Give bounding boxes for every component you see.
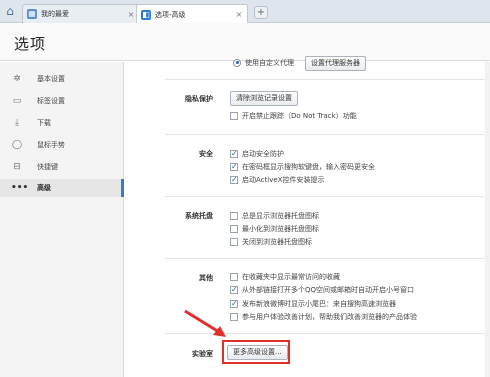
other-option-label: 参与用户体验改善计划，帮助我们改善浏览器的产品体验 (242, 312, 417, 321)
soft-keyboard-checkbox[interactable] (230, 162, 238, 172)
settings-page-icon: ◧ (141, 9, 151, 20)
page-header: 选项 (0, 23, 490, 61)
tab-label: 我的最爱 (41, 10, 69, 18)
tab-strip: ⌂ ▦ 我的最爱 × ◧ 选项-高级 × + (0, 0, 490, 24)
ux-program-checkbox[interactable] (230, 312, 238, 321)
sidebar: ✲ 基本设置 ▭ 标签设置 ⤓ 下载 ◯ 鼠标手势 ⊟ 快捷键 ••• 高级 (0, 62, 124, 377)
more-icon: ••• (11, 183, 29, 193)
tray-option-label: 总是显示浏览器托盘图标 (242, 211, 319, 220)
sidebar-item-basic[interactable]: ✲ 基本设置 (0, 70, 123, 88)
settings-panel: 使用自定义代理 设置代理服务器 隐私保护 清除浏览记录设置 开启禁止跟踪（Do … (125, 56, 490, 377)
security-option-label: 启动ActiveX控件安装提示 (242, 175, 325, 184)
security-option-label: 启动安全防护 (242, 149, 284, 158)
other-option-label: 在收藏夹中显示最常访问的收藏 (242, 272, 340, 281)
close-icon[interactable]: × (127, 10, 135, 19)
tray-always-checkbox[interactable] (230, 211, 238, 220)
do-not-track-label: 开启禁止跟踪（Do Not Track）功能 (242, 111, 357, 120)
do-not-track-option[interactable]: 开启禁止跟踪（Do Not Track）功能 (230, 110, 357, 121)
divider (165, 196, 485, 197)
close-icon[interactable]: × (235, 10, 243, 19)
home-icon[interactable]: ⌂ (3, 4, 17, 18)
alt-window-checkbox[interactable] (230, 285, 238, 295)
sidebar-item-label: 基本设置 (37, 75, 65, 83)
security-protection-checkbox[interactable] (230, 149, 238, 159)
keyboard-icon: ⊟ (13, 162, 21, 172)
sidebar-item-download[interactable]: ⤓ 下载 (0, 114, 123, 132)
tab-label: 选项-高级 (155, 10, 186, 19)
other-option-label: 发布新浪微博时显示小尾巴：来自搜狗高速浏览器 (242, 299, 396, 308)
sidebar-item-shortcuts[interactable]: ⊟ 快捷键 (0, 158, 123, 176)
divider (165, 79, 485, 80)
section-label-security: 安全 (199, 150, 213, 158)
clear-history-button[interactable]: 清除浏览记录设置 (230, 91, 298, 106)
custom-proxy-option[interactable]: 使用自定义代理 (233, 57, 294, 68)
sidebar-item-tabs[interactable]: ▭ 标签设置 (0, 92, 123, 110)
custom-proxy-label: 使用自定义代理 (245, 58, 294, 67)
security-option[interactable]: 在密码框显示搜狗软键盘，输入密码更安全 (230, 161, 375, 172)
other-option[interactable]: 参与用户体验改善计划，帮助我们改善浏览器的产品体验 (230, 311, 480, 322)
sidebar-item-label: 快捷键 (37, 163, 58, 171)
grid-icon: ▦ (27, 9, 37, 19)
tray-minimize-checkbox[interactable] (230, 224, 238, 233)
sidebar-item-label: 高级 (37, 184, 51, 192)
tab-favorites[interactable]: ▦ 我的最爱 × (22, 4, 140, 23)
sidebar-item-mouse-gesture[interactable]: ◯ 鼠标手势 (0, 136, 123, 154)
highlight-box (222, 340, 290, 364)
proxy-server-button[interactable]: 设置代理服务器 (305, 56, 366, 71)
page-title: 选项 (14, 35, 47, 53)
sidebar-item-label: 下载 (37, 119, 51, 127)
mouse-icon: ◯ (11, 140, 23, 150)
gear-icon: ✲ (13, 74, 21, 84)
arrow-icon (184, 309, 226, 337)
divider (165, 134, 485, 135)
activex-prompt-checkbox[interactable] (230, 175, 238, 185)
security-option[interactable]: 启动安全防护 (230, 148, 284, 159)
divider (165, 258, 485, 259)
section-label-privacy: 隐私保护 (185, 95, 213, 103)
section-label-other: 其他 (199, 274, 213, 282)
new-tab-button[interactable]: + (254, 6, 268, 19)
tray-option[interactable]: 最小化到浏览器托盘图标 (230, 223, 319, 234)
tray-option[interactable]: 总是显示浏览器托盘图标 (230, 210, 319, 221)
tray-option-label: 关闭到浏览器托盘图标 (242, 237, 312, 246)
sidebar-item-advanced[interactable]: ••• 高级 (0, 179, 124, 197)
section-label-lab: 实验室 (192, 350, 213, 358)
other-option[interactable]: 从外部链接打开多个QQ空间或邮箱时自动开启小号窗口 (230, 284, 414, 295)
scrollbar[interactable] (485, 62, 490, 377)
sidebar-item-label: 鼠标手势 (37, 141, 65, 149)
tray-close-checkbox[interactable] (230, 237, 238, 246)
sidebar-item-label: 标签设置 (37, 97, 65, 105)
tray-option[interactable]: 关闭到浏览器托盘图标 (230, 236, 312, 247)
security-option[interactable]: 启动ActiveX控件安装提示 (230, 174, 324, 185)
frequent-favorites-checkbox[interactable] (230, 272, 238, 281)
tab-icon: ▭ (12, 96, 22, 106)
tray-option-label: 最小化到浏览器托盘图标 (242, 224, 319, 233)
security-option-label: 在密码框显示搜狗软键盘，输入密码更安全 (242, 162, 375, 171)
other-option[interactable]: 在收藏夹中显示最常访问的收藏 (230, 271, 340, 282)
other-option[interactable]: 发布新浪微博时显示小尾巴：来自搜狗高速浏览器 (230, 298, 396, 309)
section-label-tray: 系统托盘 (185, 212, 213, 220)
download-icon: ⤓ (15, 118, 19, 128)
custom-proxy-radio[interactable] (233, 58, 241, 67)
do-not-track-checkbox[interactable] (230, 111, 238, 120)
tab-options-advanced[interactable]: ◧ 选项-高级 × (136, 4, 248, 24)
other-option-label: 从外部链接打开多个QQ空间或邮箱时自动开启小号窗口 (242, 285, 415, 294)
weibo-tail-checkbox[interactable] (230, 299, 238, 309)
